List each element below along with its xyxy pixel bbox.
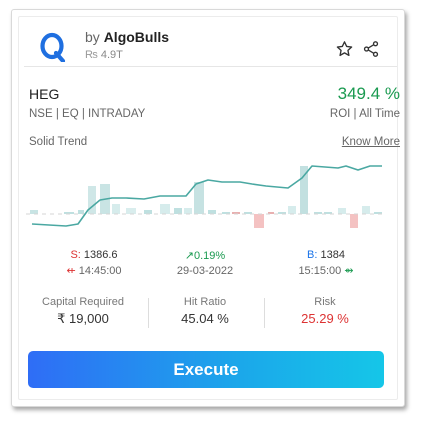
risk-value: 25.29 % bbox=[301, 311, 349, 326]
pnl-line bbox=[31, 165, 382, 227]
volume-bar bbox=[78, 210, 84, 214]
sell-key: S: bbox=[70, 249, 81, 261]
risk: Risk 25.29 % bbox=[265, 296, 385, 326]
header-divider bbox=[24, 66, 397, 67]
buy-key: B: bbox=[307, 249, 318, 261]
volume-bar bbox=[362, 206, 370, 214]
hit-ratio: Hit Ratio 45.04 % bbox=[150, 296, 260, 326]
buy-stat: B: 1384 15:15:00 ⇴ bbox=[266, 249, 386, 277]
execute-button[interactable]: Execute bbox=[28, 351, 384, 388]
buy-price-line: B: 1384 bbox=[266, 249, 386, 261]
volume-bar bbox=[288, 206, 296, 214]
capital-required: Capital Required ₹ 19,000 bbox=[22, 296, 144, 327]
header-actions bbox=[335, 40, 380, 58]
rupee-icon: ₨ bbox=[85, 49, 98, 61]
publisher-name[interactable]: AlgoBulls bbox=[104, 29, 169, 45]
sell-price: 1386.6 bbox=[83, 249, 118, 261]
volume-bar bbox=[112, 204, 120, 214]
exit-arrow-icon: ⇷ bbox=[66, 265, 76, 277]
buy-time-line: 15:15:00 ⇴ bbox=[266, 264, 386, 277]
volume-bars bbox=[30, 166, 382, 228]
know-more-link[interactable]: Know More bbox=[342, 136, 400, 148]
volume-bar bbox=[338, 208, 346, 214]
star-outline-icon[interactable] bbox=[335, 40, 354, 58]
buy-time: 15:15:00 bbox=[298, 265, 342, 277]
sell-price-line: S: 1386.6 bbox=[39, 249, 149, 261]
instrument-details: NSE | EQ | INTRADAY bbox=[29, 108, 146, 120]
volume-bar bbox=[160, 204, 170, 214]
roi-label: ROI | All Time bbox=[329, 108, 400, 120]
instrument-symbol: HEG bbox=[29, 86, 60, 102]
capital-deployed: ₨ 4.9T bbox=[85, 49, 123, 61]
volume-bar bbox=[174, 208, 182, 214]
volume-bar bbox=[126, 208, 136, 214]
capital-required-label: Capital Required bbox=[42, 296, 124, 308]
volume-bar bbox=[208, 210, 216, 214]
sell-time-line: ⇷ 14:45:00 bbox=[39, 264, 149, 277]
buy-price: 1384 bbox=[320, 249, 345, 261]
volume-bar bbox=[194, 182, 204, 214]
sell-stat: S: 1386.6 ⇷ 14:45:00 bbox=[39, 249, 149, 277]
card-header: by AlgoBulls ₨ 4.9T bbox=[36, 28, 380, 68]
change-line: ↗0.19% bbox=[140, 249, 270, 262]
trade-date: 29-03-2022 bbox=[176, 265, 234, 277]
trade-stats: S: 1386.6 ⇷ 14:45:00 ↗0.19% 29-03-2022 B… bbox=[22, 249, 399, 283]
pnl-sparkline-chart bbox=[26, 165, 386, 228]
sell-time: 14:45:00 bbox=[78, 265, 122, 277]
hit-ratio-label: Hit Ratio bbox=[183, 296, 227, 308]
share-icon[interactable] bbox=[362, 40, 380, 58]
change-value: 0.19% bbox=[194, 250, 226, 262]
volume-bar bbox=[254, 214, 264, 228]
trend-up-icon: ↗ bbox=[184, 250, 194, 262]
capital-required-value: ₹ 19,000 bbox=[57, 311, 109, 326]
hit-ratio-value: 45.04 % bbox=[181, 311, 229, 326]
trend-label: Solid Trend bbox=[29, 136, 88, 148]
volume-bar bbox=[350, 214, 358, 228]
publisher-line: by AlgoBulls bbox=[85, 29, 169, 45]
risk-label: Risk bbox=[314, 296, 336, 308]
strategy-metrics: Capital Required ₹ 19,000 Hit Ratio 45.0… bbox=[22, 296, 399, 330]
volume-bar bbox=[144, 210, 152, 214]
capital-deployed-value: 4.9T bbox=[100, 49, 123, 61]
volume-bar bbox=[184, 208, 192, 214]
entry-arrow-icon: ⇴ bbox=[344, 265, 354, 277]
by-label: by bbox=[85, 29, 100, 45]
roi-value: 349.4 % bbox=[337, 84, 400, 103]
change-stat: ↗0.19% 29-03-2022 bbox=[140, 249, 270, 277]
metric-divider bbox=[148, 298, 149, 328]
algobulls-logo-icon bbox=[40, 32, 66, 62]
volume-bar bbox=[30, 210, 38, 214]
